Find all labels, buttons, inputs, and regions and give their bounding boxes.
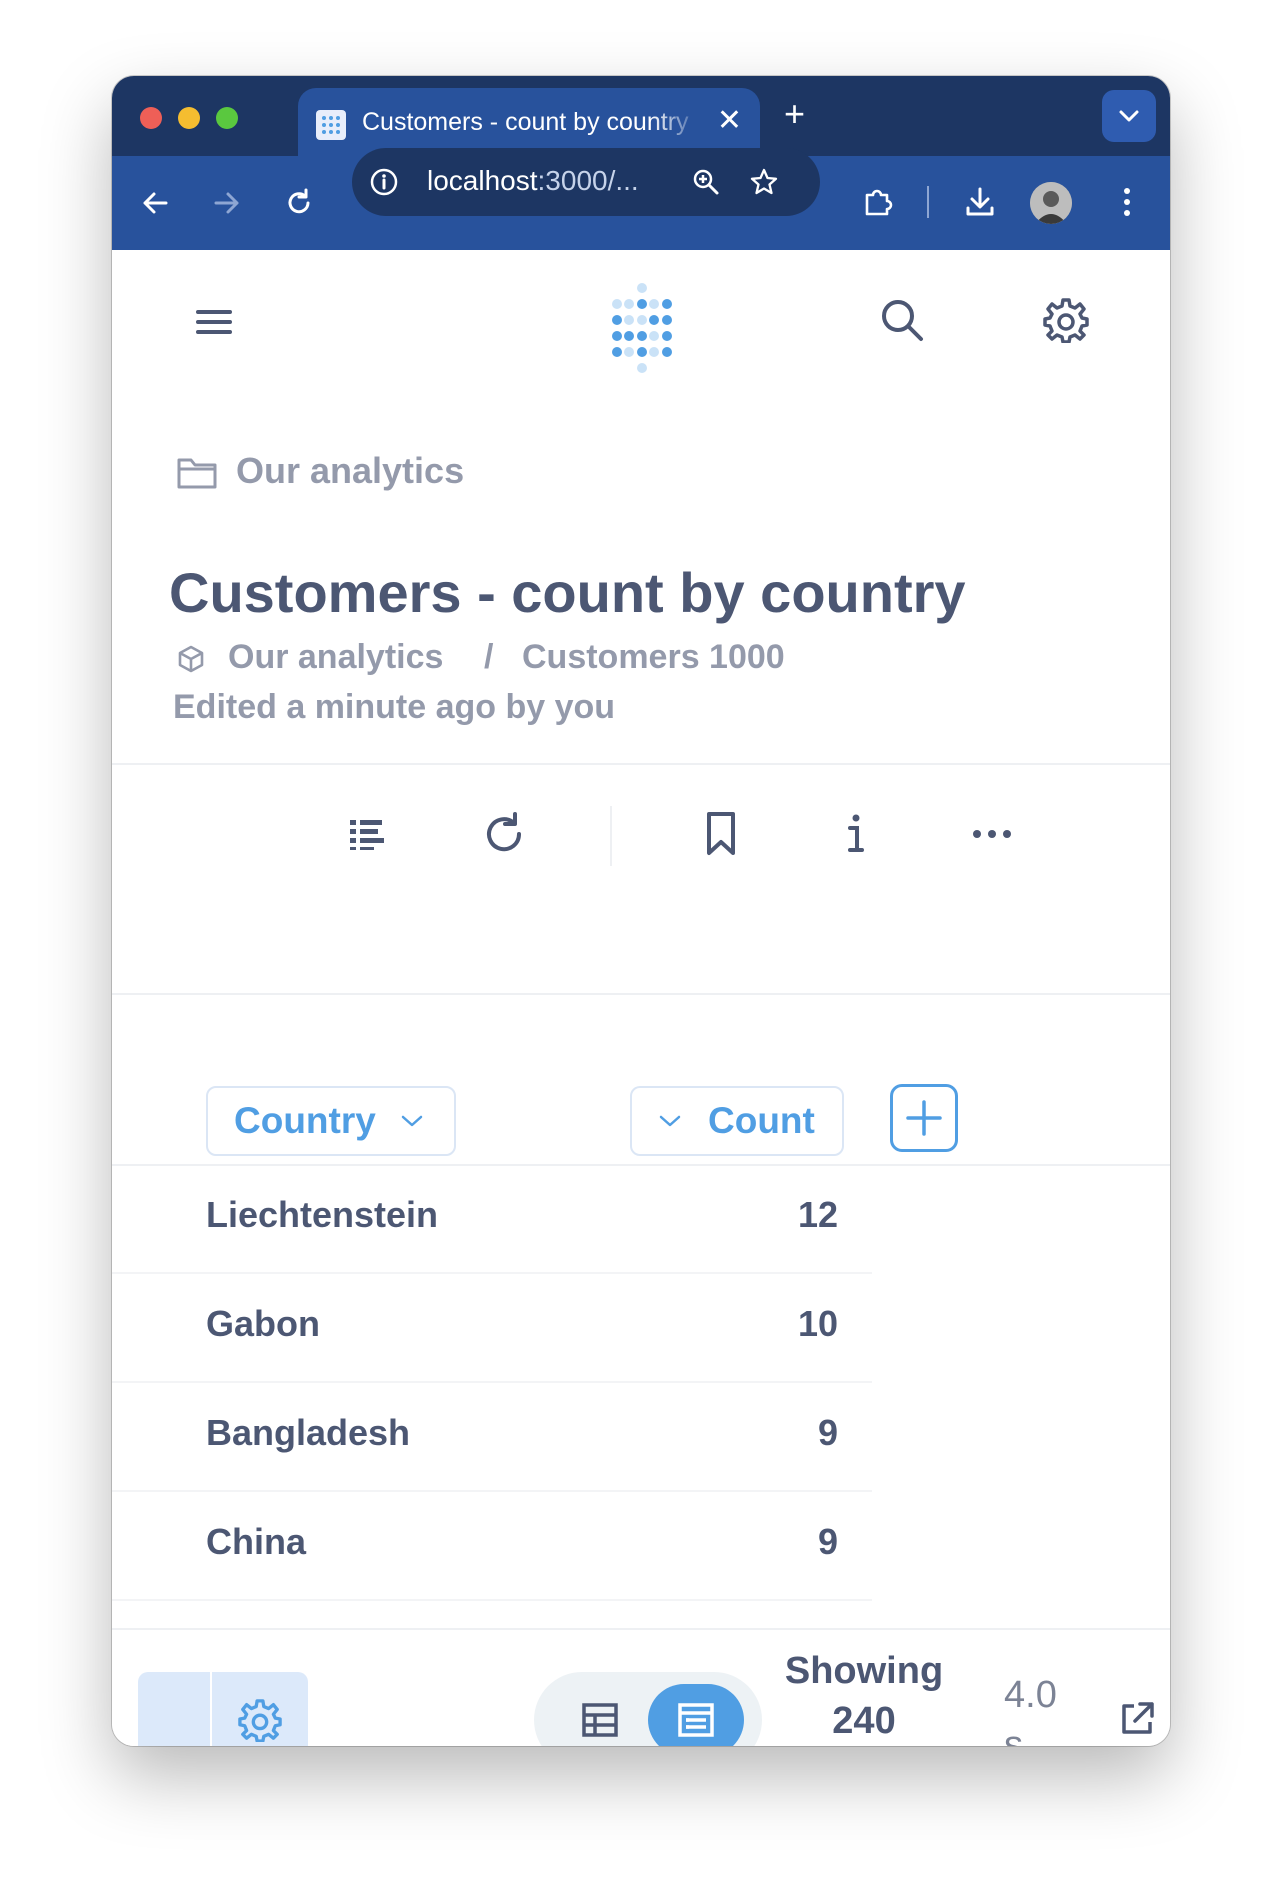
table-view-button[interactable] <box>552 1684 648 1746</box>
toolbar-divider <box>927 186 929 218</box>
browser-tab-bar: Customers - count by country ✕ + <box>112 76 1170 156</box>
cube-icon <box>174 642 208 676</box>
sort-descending-icon <box>659 1115 681 1127</box>
timing-line: 4.0 <box>1004 1674 1057 1716</box>
refresh-icon[interactable] <box>476 806 532 862</box>
metabase-logo[interactable] <box>602 282 682 382</box>
more-options-icon[interactable] <box>966 812 1018 856</box>
row-divider <box>112 1599 872 1601</box>
browser-menu-icon[interactable] <box>1112 180 1142 224</box>
divider <box>112 1164 1170 1166</box>
cell-count[interactable]: 12 <box>798 1194 838 1236</box>
cell-country[interactable]: Bangladesh <box>206 1412 410 1454</box>
row-divider <box>112 1490 872 1492</box>
add-column-button[interactable] <box>890 1084 958 1152</box>
divider <box>112 993 1170 995</box>
source-separator: / <box>484 638 494 676</box>
url-host: localhost <box>427 165 538 196</box>
chevron-down-icon <box>401 1115 423 1127</box>
tab-search-button[interactable] <box>1102 90 1156 142</box>
country-column-header[interactable]: Country <box>206 1086 456 1156</box>
row-count-line: 240 <box>832 1700 896 1742</box>
gear-icon <box>238 1699 282 1742</box>
tab-close-icon[interactable]: ✕ <box>717 106 742 136</box>
notebook-editor-icon[interactable] <box>342 808 394 860</box>
raw-data-view-button[interactable] <box>648 1684 744 1746</box>
visualization-button[interactable] <box>138 1672 210 1746</box>
timing-line: s <box>1004 1724 1023 1746</box>
settings-button[interactable] <box>212 1672 308 1746</box>
back-arrow-icon[interactable] <box>134 182 176 224</box>
cell-country[interactable]: Gabon <box>206 1303 320 1345</box>
plus-icon <box>906 1100 942 1136</box>
close-window-button[interactable] <box>140 107 162 129</box>
cell-count[interactable]: 9 <box>818 1521 838 1563</box>
extensions-icon[interactable] <box>856 180 900 224</box>
divider <box>112 763 1170 765</box>
hamburger-icon[interactable] <box>190 298 238 346</box>
zoom-icon[interactable] <box>688 164 724 200</box>
cell-country[interactable]: Liechtenstein <box>206 1194 438 1236</box>
info-icon[interactable] <box>834 806 878 862</box>
source-collection-link[interactable]: Our analytics <box>228 638 443 677</box>
row-count-line: Showing <box>784 1650 944 1692</box>
download-icon[interactable] <box>958 180 1002 224</box>
zoom-window-button[interactable] <box>216 107 238 129</box>
bookmark-star-icon[interactable] <box>746 164 782 200</box>
country-column-label: Country <box>234 1100 376 1141</box>
minimize-window-button[interactable] <box>178 107 200 129</box>
url-rest: :3000/... <box>537 165 639 196</box>
query-timing: 4.0 s <box>1004 1670 1074 1746</box>
forward-arrow-icon[interactable] <box>206 182 248 224</box>
collection-breadcrumb[interactable]: Our analytics <box>236 450 464 492</box>
tab-title: Customers - count by country <box>362 108 689 136</box>
edited-info[interactable]: Edited a minute ago by you <box>173 688 615 727</box>
cell-country[interactable]: China <box>206 1521 306 1563</box>
external-link-icon[interactable] <box>1112 1694 1162 1744</box>
raw-data-icon <box>648 1684 744 1746</box>
site-info-icon[interactable] <box>366 164 402 200</box>
cell-count[interactable]: 10 <box>798 1303 838 1345</box>
row-count-label: Showing 240 rows <box>774 1646 954 1746</box>
cell-count[interactable]: 9 <box>818 1412 838 1454</box>
visualization-settings-group <box>138 1672 308 1746</box>
new-tab-icon[interactable]: + <box>784 96 805 132</box>
search-icon[interactable] <box>876 294 928 346</box>
browser-tab[interactable]: Customers - count by country ✕ <box>298 88 760 156</box>
chevron-down-icon <box>1119 110 1139 122</box>
browser-window: Customers - count by country ✕ + localho… <box>112 76 1170 1746</box>
table-icon <box>582 1703 618 1737</box>
count-column-header[interactable]: Count <box>630 1086 844 1156</box>
address-bar[interactable]: localhost:3000/... <box>352 148 820 216</box>
page-content: Our analytics Customers - count by count… <box>112 250 1170 1746</box>
action-bar-divider <box>610 806 612 866</box>
folder-icon <box>174 450 220 496</box>
count-column-label: Count <box>708 1100 815 1141</box>
source-table-link[interactable]: Customers 1000 <box>522 638 785 677</box>
view-toggle <box>534 1672 762 1746</box>
reload-icon[interactable] <box>278 182 320 224</box>
bookmark-icon[interactable] <box>696 806 746 862</box>
metabase-favicon-icon <box>316 110 346 140</box>
profile-avatar[interactable] <box>1030 182 1072 224</box>
page-title[interactable]: Customers - count by country <box>169 560 966 625</box>
footer-divider <box>112 1628 1170 1630</box>
url-text: localhost:3000/... <box>427 165 639 197</box>
gear-icon[interactable] <box>1040 294 1092 346</box>
row-divider <box>112 1381 872 1383</box>
row-divider <box>112 1272 872 1274</box>
